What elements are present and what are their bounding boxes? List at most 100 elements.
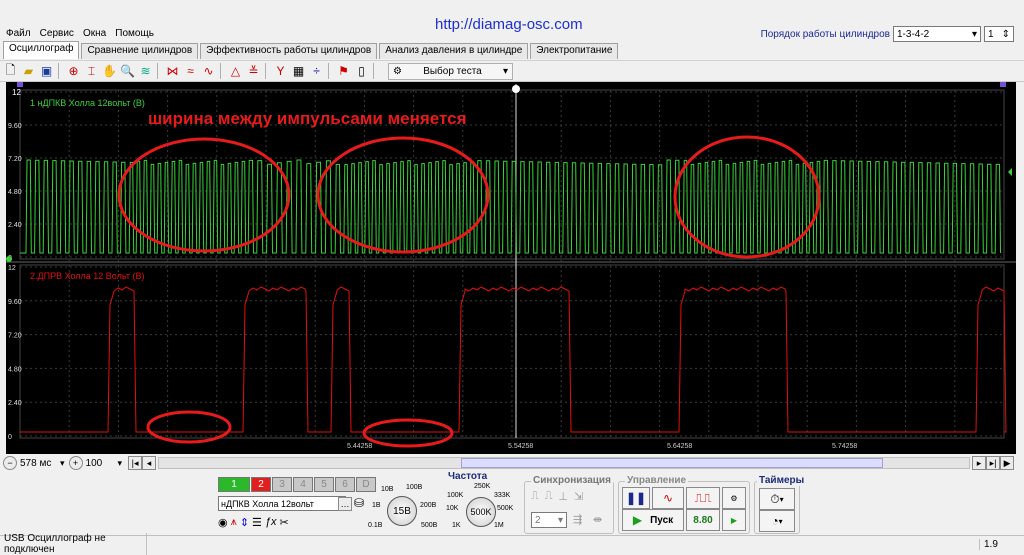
speed-value-box[interactable]: 8.80 (686, 509, 720, 531)
sync-channel-value: 2 (535, 514, 541, 526)
scroll-track[interactable] (158, 457, 971, 469)
time-scrollbar: − 578 мс ▾ + 100 ▾ |◂ ◂ ▸ ▸| ▶ (0, 456, 1024, 470)
channel-1-trace (20, 159, 1001, 254)
channel-2-button[interactable]: 2 (251, 477, 271, 492)
zoom-in-icon[interactable]: + (68, 456, 83, 470)
tab-oscilloscope[interactable]: Осциллограф (3, 41, 80, 59)
annotation-ellipse (117, 137, 291, 253)
y-tick-label: 0 (8, 434, 12, 441)
rising-edge-icon[interactable]: ⎍ (531, 490, 539, 503)
function-icon[interactable]: ƒx (265, 516, 277, 529)
pulse-edge-icon[interactable]: ⊥ (558, 490, 568, 503)
hand-icon[interactable]: ✋ (102, 64, 117, 79)
channel-4-button[interactable]: 4 (293, 477, 313, 492)
cursor-icon[interactable]: ⊕ (66, 64, 81, 79)
channel-buttons: 1 2 3 4 5 6 D (218, 477, 377, 492)
wave-compare-icon[interactable]: ≈ (183, 64, 198, 79)
measure-icon[interactable]: ⌶ (84, 64, 99, 79)
chevron-down-icon[interactable]: ▾ (60, 458, 65, 469)
oscilloscope-plot[interactable]: 12 02.404.807.209.6002.404.807.209.60125… (6, 82, 1016, 454)
vertical-move-icon[interactable]: ⇕ (240, 516, 249, 529)
step-forward-icon[interactable]: ▸ (972, 456, 987, 470)
toolbar: 🗋 ▰ ▣ ⊕ ⌶ ✋ 🔍 ≋ ⋈ ≈ ∿ △ ≚ Y ▦ ÷ ⚑ ▯ ⚙ Вы… (0, 60, 1024, 82)
y-tick-label: 12 (8, 265, 16, 272)
tools-icon[interactable]: ✂ (280, 516, 289, 529)
volt-knob-value: 15В (393, 505, 411, 517)
falling-edge-icon[interactable]: ⎍ (545, 490, 553, 503)
tab-cylinder-compare[interactable]: Сравнение цилиндров (81, 43, 199, 59)
marker-icon[interactable]: ÷ (309, 64, 324, 79)
cylinder-order-select[interactable]: 1-3-4-2 ▾ (893, 26, 981, 42)
cylinder-order-label: Порядок работы цилиндров (760, 28, 890, 40)
tab-pressure-analysis[interactable]: Анализ давления в цилиндре (379, 43, 529, 59)
channel-1-button[interactable]: 1 (218, 477, 250, 492)
start-button[interactable]: ▶ Пуск (622, 509, 684, 531)
cylinder-count-spinner[interactable]: 1 ⇕ (984, 26, 1014, 42)
auto-edge-icon[interactable]: ⇲ (574, 490, 583, 503)
auto-trigger-button[interactable]: ▶ (722, 509, 746, 531)
tab-power-supply[interactable]: Электропитание (530, 43, 619, 59)
eye-icon[interactable]: ◉ (218, 516, 228, 529)
save-icon[interactable]: ▣ (39, 64, 54, 79)
frequency-group: Частота 250K 100K 333K 10K 500K 1K 1M 50… (444, 471, 518, 532)
chevron-down-icon[interactable]: ▾ (118, 458, 123, 469)
wave-overlay-icon[interactable]: ∿ (201, 64, 216, 79)
test-select[interactable]: ⚙ Выбор теста ▾ (388, 62, 513, 80)
menu-file[interactable]: Файл (6, 28, 31, 39)
sine-wave-button[interactable]: ∿ (652, 487, 684, 509)
x-tick-label: 5.44258 (347, 443, 372, 450)
filter-funnel-icon[interactable]: Y (273, 64, 288, 79)
timer-button-1[interactable]: ⏱ ▾ (759, 488, 795, 510)
menu-windows[interactable]: Окна (83, 28, 106, 39)
flag-icon[interactable]: ⚑ (336, 64, 351, 79)
x-tick-label: 5.64258 (667, 443, 692, 450)
open-folder-icon[interactable]: ▰ (21, 64, 36, 79)
autoscale-icon[interactable]: ≋ (138, 64, 153, 79)
volt-label: 1В (372, 502, 381, 509)
filter-icon[interactable]: ⋈ (165, 64, 180, 79)
oscilloscope-view[interactable]: 12 02.404.807.209.6002.404.807.209.60125… (6, 82, 1016, 454)
volt-label: 0.1В (368, 522, 383, 529)
pause-button[interactable]: ❚❚ (622, 487, 650, 509)
auto-settings-button[interactable]: ⚙ (722, 487, 746, 509)
ch1-ground-marker (6, 256, 12, 262)
channel-3-button[interactable]: 3 (272, 477, 292, 492)
status-connection: USB Осциллограф не подключен (4, 533, 147, 555)
channel-name-more-button[interactable]: … (338, 497, 352, 511)
channel-5-button[interactable]: 5 (314, 477, 334, 492)
volt-label: 10В (381, 486, 394, 493)
channel-name-field[interactable]: нДПКВ Холла 12вольт (218, 496, 346, 511)
new-file-icon[interactable]: 🗋 (3, 63, 18, 79)
volt-knob[interactable]: 15В (387, 496, 417, 526)
x-tick-label: 5.74258 (832, 443, 857, 450)
step-back-icon[interactable]: ◂ (142, 456, 157, 470)
square-wave-button[interactable]: ⎍⎍ (686, 487, 720, 509)
scroll-thumb[interactable] (461, 458, 884, 468)
frequency-knob[interactable]: 500K (466, 497, 496, 527)
play-icon[interactable]: ▶ (1000, 456, 1015, 470)
offset-icon[interactable]: ≚ (246, 64, 261, 79)
go-start-icon[interactable]: |◂ (128, 456, 143, 470)
zoom-icon[interactable]: 🔍 (120, 64, 135, 79)
sync-offset-icon[interactable]: ⇼ (593, 513, 602, 526)
math-icon[interactable]: △ (228, 64, 243, 79)
menu-help[interactable]: Помощь (115, 28, 154, 39)
test-select-icon: ⚙ (393, 65, 402, 77)
y-tick-label: 4.80 (8, 366, 22, 373)
frequency-title: Частота (446, 471, 490, 482)
sync-channel-select[interactable]: 2 ▾ (531, 512, 567, 528)
sync-group: Синхронизация ⎍ ⎍ ⊥ ⇲ 2 ▾ ⇶ ⇼ (524, 475, 614, 534)
sync-level-icon[interactable]: ⇶ (573, 513, 582, 526)
tab-cylinder-efficiency[interactable]: Эффективность работы цилиндров (200, 43, 378, 59)
go-end-icon[interactable]: ▸| (986, 456, 1001, 470)
channel-save-icon[interactable]: ⛁ (354, 496, 364, 510)
waveform-icon[interactable]: ⩚ (231, 516, 237, 529)
menu-service[interactable]: Сервис (40, 28, 74, 39)
page-icon[interactable]: ▯ (354, 64, 369, 79)
timer-button-2[interactable]: ◔ ▾ (759, 510, 795, 532)
table-icon[interactable]: ▦ (291, 64, 306, 79)
volt-knob-group: 10В 100В 1В 200В 0.1В 500В 15В (364, 476, 440, 532)
lines-icon[interactable]: ☰ (252, 516, 262, 529)
zoom-out-icon[interactable]: − (3, 456, 17, 470)
channel-6-button[interactable]: 6 (335, 477, 355, 492)
